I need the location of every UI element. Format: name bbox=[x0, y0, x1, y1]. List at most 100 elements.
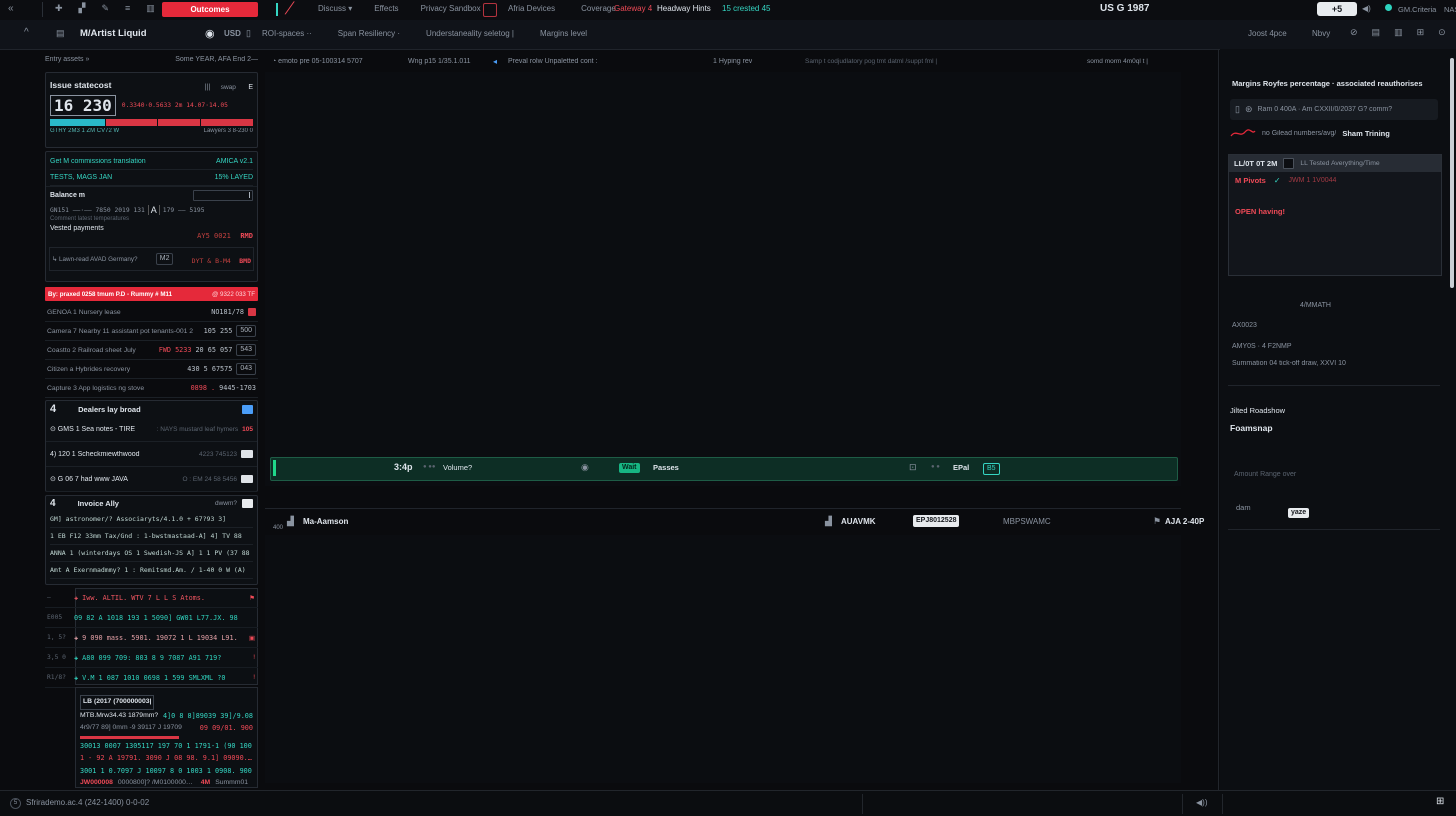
back-icon[interactable]: « bbox=[8, 3, 14, 14]
balance-input[interactable] bbox=[193, 190, 253, 201]
collapse-icon[interactable]: ^ bbox=[24, 27, 29, 38]
chart-toolbar-item-1[interactable]: Wng p15 1/35.1.011 bbox=[408, 58, 471, 65]
pivots-label[interactable]: M Pivots bbox=[1235, 176, 1266, 185]
alert-banner[interactable]: By: praxed 0258 tmum P.D - Rummy # M11 @… bbox=[45, 287, 258, 301]
indicator-1-label[interactable]: Ma-Aamson bbox=[303, 517, 348, 526]
toolbar2-icon-4[interactable]: ⊙ bbox=[1438, 27, 1446, 38]
invoice-panel: 4 Invoice Ally dwwm? GM] astronomer/? As… bbox=[45, 495, 258, 585]
position-row[interactable]: Capture 3 App logistics ng stove0898 .94… bbox=[45, 379, 258, 398]
b5-chip[interactable]: B5 bbox=[983, 463, 1000, 475]
mode-label[interactable]: Nbvy bbox=[1312, 29, 1330, 38]
speaker-icon[interactable]: ◀) bbox=[1362, 4, 1371, 13]
grid-icon[interactable]: ▤ bbox=[56, 28, 65, 39]
menu2-item-1[interactable]: Coverage bbox=[581, 4, 616, 13]
symbol-name[interactable]: M/Artist Liquid bbox=[80, 28, 147, 39]
menu2-item-0[interactable]: Afria Devices bbox=[508, 4, 555, 13]
swap-link[interactable]: swap bbox=[221, 84, 236, 91]
invoice-row[interactable]: GM] astronomer/? Associaryts/4.1.0 + 67?… bbox=[50, 511, 253, 528]
grid-icon[interactable]: ⊞ bbox=[1436, 796, 1444, 807]
chart-toolbar-item-3[interactable]: 1 Hyping rev bbox=[713, 58, 752, 65]
status-tick bbox=[276, 3, 278, 16]
pen-icon[interactable]: ✎ bbox=[101, 3, 109, 14]
toolbar2-icon-2[interactable]: ▥ bbox=[1394, 27, 1403, 38]
position-row[interactable]: Camera 7 Nearby 11 assistant pot tenants… bbox=[45, 322, 258, 341]
toolbar2-icon-0[interactable]: ⊘ bbox=[1350, 27, 1358, 38]
dealer-chip[interactable] bbox=[241, 475, 253, 483]
counter-badge[interactable]: +5 bbox=[1317, 2, 1357, 16]
position-row[interactable]: Citizen a Hybrides recovery 430 5 67575 04… bbox=[45, 360, 258, 379]
symbol-menu-item-0[interactable]: ROI-spaces ·· bbox=[262, 29, 312, 38]
dealer-row[interactable]: ⊙ G 06 7 had www JAVAO : EM 24 58 5456 bbox=[46, 467, 257, 492]
pin-icon[interactable]: ✚ bbox=[55, 3, 63, 14]
divider bbox=[1182, 794, 1183, 814]
pair-value-chip[interactable]: yaze bbox=[1288, 501, 1309, 519]
dealers-badge[interactable] bbox=[242, 405, 253, 414]
invoice-badge[interactable] bbox=[242, 499, 253, 508]
copy-icon[interactable]: ⊡ bbox=[909, 462, 917, 473]
feed-row[interactable]: E00509 82 A 1018 193 1 5090] GW01 L77.JX… bbox=[45, 608, 258, 628]
wait-chip[interactable]: Wait bbox=[619, 463, 640, 473]
position-value: 430 5 67575 bbox=[187, 365, 232, 373]
toolbar2-icon-1[interactable]: ▤ bbox=[1372, 27, 1381, 38]
scrollbar[interactable] bbox=[1450, 58, 1454, 288]
target-icon[interactable]: ◉ bbox=[581, 462, 589, 473]
expander[interactable]: E bbox=[248, 84, 253, 91]
trading-terminal: « ✚ ▞ ✎ ≡ ▥ Outcomes ╱ Discuss ▾ Effects Priva… bbox=[0, 0, 1456, 816]
toggle[interactable] bbox=[1283, 158, 1294, 169]
menu-item-1[interactable]: Effects bbox=[374, 4, 398, 13]
nodes-icon[interactable]: ▞ bbox=[79, 3, 86, 14]
position-row[interactable]: Coastto 2 Railroad sheet JulyFWD 523320 … bbox=[45, 341, 258, 360]
dealer-chip[interactable] bbox=[241, 450, 253, 458]
indicator-3-label[interactable]: MBPSWAMC bbox=[1003, 517, 1051, 526]
balance-row[interactable]: Get M commissions translationAMICA v2.1 bbox=[50, 154, 253, 170]
watchlist-header-left[interactable]: Entry assets » bbox=[45, 56, 89, 70]
position-badge[interactable]: 500 bbox=[236, 325, 256, 337]
invoice-row[interactable]: 1 EB F12 33mm Tax/Gnd : 1-bwstmastaad-A]… bbox=[50, 528, 253, 545]
pen-red-icon[interactable]: ╱ bbox=[285, 1, 294, 16]
balance-row[interactable]: TESTS, MAGS JAN15% LAYED bbox=[50, 170, 253, 186]
position-label: Citizen a Hybrides recovery bbox=[47, 366, 183, 373]
promo-text: Ram 0 400A · Am CXXII/0/2037 G? comm? bbox=[1258, 106, 1393, 113]
chart-toolbar-item-2[interactable]: Preval rolw Unpaletted cont : bbox=[508, 58, 598, 65]
frame-red-icon[interactable] bbox=[483, 3, 497, 17]
phone-icon[interactable]: ▯ bbox=[246, 28, 251, 39]
position-badge[interactable]: 043 bbox=[236, 363, 256, 375]
position-row[interactable]: GENOA 1 Nursery leaseNO181/78 bbox=[45, 303, 258, 322]
feed-row[interactable]: 3,5 0✚ A80 099 709: 803 8 9 7087 A91 719… bbox=[45, 648, 258, 668]
position-badge[interactable]: 543 bbox=[236, 344, 256, 356]
feed-row[interactable]: —✚ Iww. ALTIL. WTV 7 L L S Atoms.⚑ bbox=[45, 588, 258, 608]
invoice-row[interactable]: ANNA 1 (winterdays OS 1 Swedish-JS A] 1 … bbox=[50, 545, 253, 562]
speaker-icon[interactable]: ◀)) bbox=[1196, 798, 1207, 807]
account-value[interactable]: 16 230 bbox=[50, 95, 116, 116]
feed-time: E005 bbox=[47, 614, 74, 621]
indicator-2-label[interactable]: AUAVMK bbox=[841, 517, 876, 526]
volume-indicator-chart[interactable] bbox=[265, 535, 1181, 783]
start-trading-label[interactable]: Sham Trining bbox=[1342, 129, 1390, 138]
position-value: 9445-1703 bbox=[219, 384, 256, 392]
watchlist-header-right[interactable]: Some YEAR, AFA End 2— bbox=[175, 56, 258, 70]
symbol-menu-item-1[interactable]: Span Resiliency · bbox=[338, 29, 400, 38]
symbol-menu-item-3[interactable]: Margins level bbox=[540, 29, 587, 38]
account-panel-title: Issue statecost bbox=[50, 80, 111, 90]
signature-row[interactable]: no Gilead numbers/avg/ Sham Trining bbox=[1230, 127, 1438, 139]
invoice-row[interactable]: Amt A Exernmadmmy? 1 : Remitsmd.Am. / 1-… bbox=[50, 562, 253, 579]
wave-icon[interactable]: ▥ bbox=[146, 3, 155, 14]
toolbar2-icon-3[interactable]: ⊞ bbox=[1417, 27, 1425, 38]
avad-label[interactable]: ↳ Lawn-read AVAD Germany? bbox=[52, 256, 138, 263]
dealer-row[interactable]: ⊙ GMS 1 Sea notes - TIRE: NAYS mustard l… bbox=[46, 417, 257, 442]
symbol-menu-item-2[interactable]: Understaneality seletog | bbox=[426, 29, 514, 38]
menu-item-2[interactable]: Privacy Sandbox bbox=[421, 4, 481, 13]
primary-action-button[interactable]: Outcomes bbox=[162, 2, 258, 17]
account-label[interactable]: Joost 4pce bbox=[1248, 29, 1287, 38]
promo-row[interactable]: ▯ ⊛ Ram 0 400A · Am CXXII/0/2037 G? comm… bbox=[1230, 99, 1438, 120]
price-axis[interactable] bbox=[1182, 52, 1215, 792]
dealer-row[interactable]: 4) 120 1 Scheckmiewthwood4223 745123 bbox=[46, 442, 257, 467]
feed-row[interactable]: R1/8?✚ V.M 1 087 1010 0698 1 599 SMLXML … bbox=[45, 668, 258, 688]
indicator-badge[interactable]: EPJ8012528 bbox=[913, 515, 959, 527]
bars-icon[interactable]: ||| bbox=[205, 84, 210, 91]
menu-item-0[interactable]: Discuss ▾ bbox=[318, 4, 352, 13]
candlestick-chart[interactable] bbox=[265, 72, 1181, 486]
align-icon[interactable]: ≡ bbox=[125, 3, 130, 14]
feed-row[interactable]: 1, 5?✚ 9 090 mass. 5901. 19072 1 L 19034… bbox=[45, 628, 258, 648]
flag-blue-icon[interactable]: ◂ bbox=[493, 57, 497, 66]
